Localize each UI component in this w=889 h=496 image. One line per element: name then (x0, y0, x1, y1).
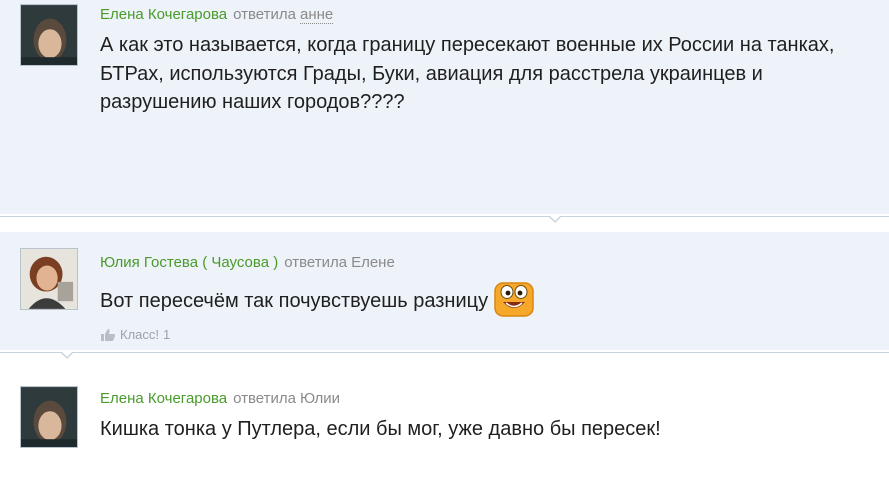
comment-meta: Елена Кочегарова ответила Юлии (100, 390, 881, 408)
author-name[interactable]: Елена Кочегарова (100, 6, 227, 23)
reply-target[interactable]: анне (300, 6, 334, 24)
reply-action: ответила (284, 254, 348, 271)
comment-separator (0, 214, 889, 232)
reply-target[interactable]: Елене (351, 254, 395, 271)
comment-text: Вот пересечём так почувствуешь разницу (100, 290, 489, 312)
avatar[interactable] (20, 386, 78, 448)
comment-2: Юлия Гостева ( Чаусова ) ответила Елене Во… (0, 232, 889, 350)
comment-meta: Елена Кочегарова ответила анне (100, 6, 881, 24)
like-button[interactable]: Класс! 1 (100, 327, 881, 342)
comment-body: Вот пересечём так почувствуешь разницу (100, 279, 881, 317)
reply-action: ответила (233, 6, 296, 23)
like-count: 1 (163, 327, 171, 342)
comment-text: А как это называется, когда границу пере… (100, 34, 835, 113)
reply-target[interactable]: Юлии (300, 390, 340, 407)
reply-action: ответила (233, 390, 296, 407)
avatar[interactable] (20, 4, 78, 66)
author-name[interactable]: Юлия Гостева ( Чаусова ) (100, 254, 278, 271)
comment-separator (0, 350, 889, 366)
comment-text: Кишка тонка у Путлера, если бы мог, уже … (100, 418, 661, 440)
like-label: Класс! (120, 327, 159, 342)
author-name[interactable]: Елена Кочегарова (100, 390, 227, 407)
laughing-smiley-icon (494, 279, 534, 317)
thumbs-up-icon (101, 328, 116, 341)
comment-3: Елена Кочегарова ответила Юлии Кишка тонка… (0, 366, 889, 496)
comment-1: Елена Кочегарова ответила анне А как это н… (0, 0, 889, 214)
avatar[interactable] (20, 248, 78, 310)
comment-meta: Юлия Гостева ( Чаусова ) ответила Елене (100, 254, 881, 272)
